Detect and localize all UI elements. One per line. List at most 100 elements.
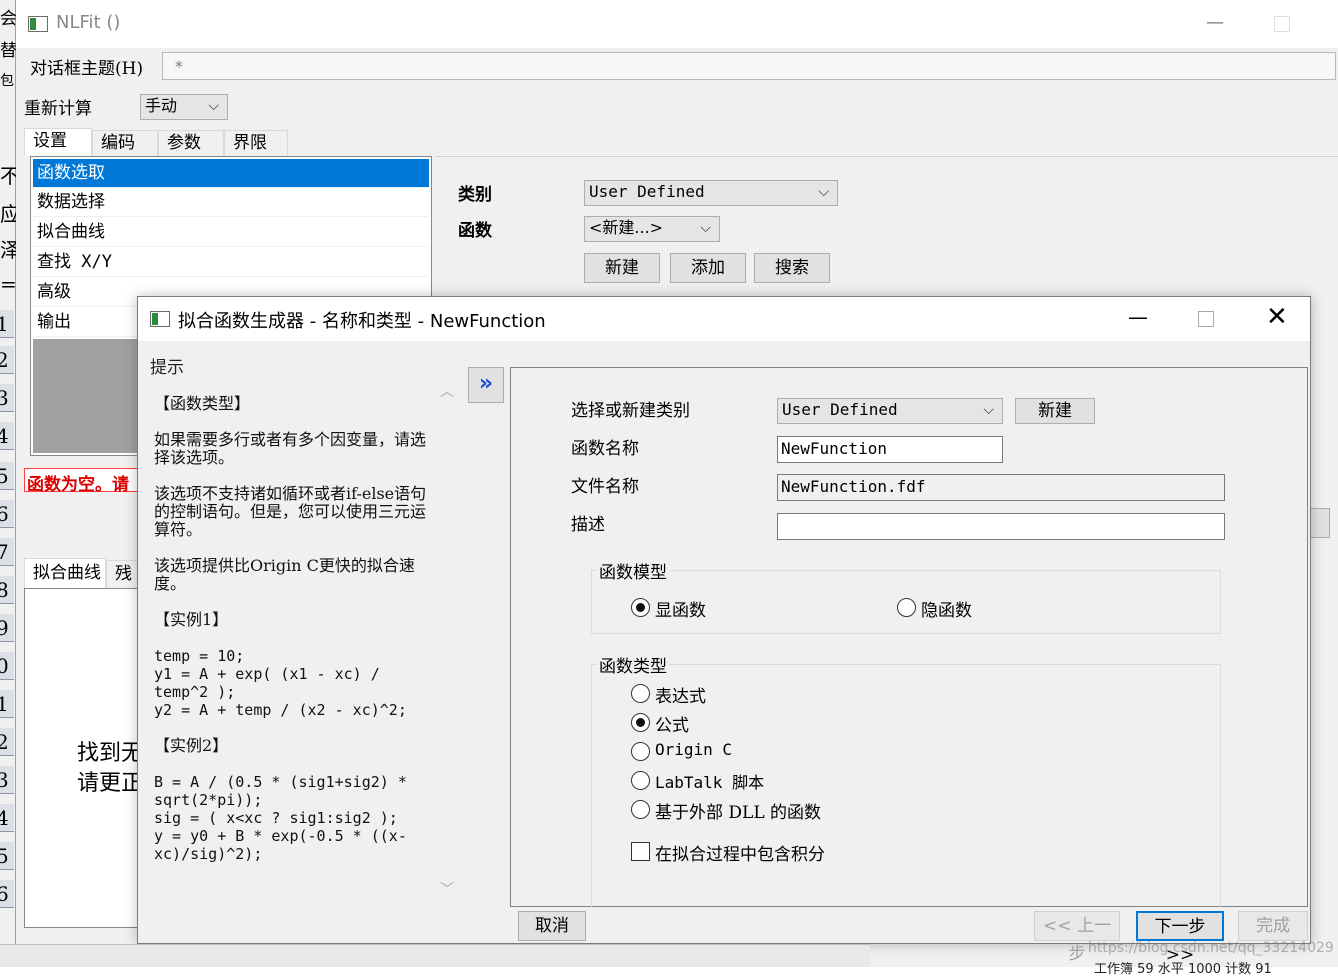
tab-fit-curve[interactable]: 拟合曲线 — [24, 558, 106, 588]
category-dropdown[interactable]: User Defined ⌵ — [584, 180, 838, 206]
expression-radio[interactable] — [631, 684, 650, 703]
search-function-button[interactable]: 搜索 — [754, 253, 830, 283]
row-number[interactable]: 6 — [0, 880, 14, 908]
row-number[interactable]: 2 — [0, 346, 14, 374]
strip-char: 包 — [0, 73, 14, 89]
row-number[interactable]: 5 — [0, 842, 14, 870]
scroll-down-icon[interactable]: ﹀ — [440, 879, 454, 899]
background-app-strip: 会 替 包 不 应 泽 = 1 2 3 4 5 6 7 8 9 0 1 2 3 … — [0, 0, 20, 967]
hint-paragraph-1: 如果需要多行或者有多个因变量，请选择该选项。 — [154, 430, 427, 467]
recalc-label: 重新计算 — [24, 99, 92, 119]
include-integral-label: 在拟合过程中包含积分 — [655, 845, 825, 865]
hint-caption: 提示 — [150, 358, 184, 378]
nav-item-find-xy[interactable]: 查找 X/Y — [33, 248, 429, 277]
hint-scrollbar[interactable]: ︿ ﹀ — [438, 379, 458, 905]
row-number[interactable]: 5 — [0, 462, 14, 490]
hint-heading-2: 【实例1】 — [154, 610, 229, 629]
category-label: 选择或新建类别 — [571, 401, 690, 421]
row-number[interactable]: 1 — [0, 690, 14, 718]
function-type-title: 函数类型 — [597, 652, 669, 677]
add-function-button[interactable]: 添加 — [670, 253, 746, 283]
maximize-icon[interactable] — [1274, 16, 1290, 32]
expression-label: 表达式 — [655, 687, 706, 707]
chevron-down-icon: ⌵ — [208, 98, 219, 114]
tab-bounds[interactable]: 界限 — [224, 130, 288, 156]
maximize-icon[interactable] — [1198, 311, 1214, 327]
category-dropdown[interactable]: User Defined ⌵ — [777, 398, 1003, 424]
hint-code-2: B = A / (0.5 * (sig1+sig2) * sqrt(2*pi))… — [154, 773, 407, 863]
preview-message-1: 找到无 — [77, 741, 144, 766]
theme-value: * — [175, 57, 183, 76]
origin-c-radio[interactable] — [631, 742, 650, 761]
chevron-down-icon: ⌵ — [818, 184, 829, 200]
description-label: 描述 — [571, 515, 605, 535]
include-integral-checkbox[interactable] — [631, 842, 650, 861]
tab-settings[interactable]: 设置 — [24, 128, 92, 156]
new-function-button[interactable]: 新建 — [584, 253, 660, 283]
row-number[interactable]: 6 — [0, 500, 14, 528]
error-text: 函数为空。请 — [27, 475, 129, 495]
app-icon — [150, 311, 170, 327]
minimize-icon[interactable]: — — [1206, 12, 1224, 33]
scroll-up-icon[interactable]: ︿ — [440, 381, 454, 401]
strip-char: 替 — [0, 41, 17, 61]
labtalk-radio[interactable] — [631, 771, 650, 790]
row-number[interactable]: 4 — [0, 804, 14, 832]
tab-params[interactable]: 参数 — [158, 130, 224, 156]
minimize-icon[interactable]: — — [1128, 305, 1148, 329]
row-number[interactable]: 0 — [0, 652, 14, 680]
function-name-input[interactable]: NewFunction — [777, 436, 1003, 463]
function-panel — [436, 156, 1338, 296]
explicit-radio[interactable] — [631, 598, 650, 617]
row-number[interactable]: 1 — [0, 310, 14, 338]
nav-item-fit-curve[interactable]: 拟合曲线 — [33, 218, 429, 247]
function-label: 函数 — [458, 221, 492, 241]
row-number[interactable]: 4 — [0, 422, 14, 450]
bottom-toolbar — [0, 944, 870, 967]
prev-button[interactable]: << 上一步 — [1034, 911, 1120, 964]
nav-item-data-select[interactable]: 数据选择 — [33, 188, 429, 217]
chevron-down-icon: ⌵ — [700, 220, 711, 236]
row-number[interactable]: 2 — [0, 728, 14, 756]
hint-pane: 【函数类型】 如果需要多行或者有多个因变量，请选择该选项。 该选项不支持诸如循环… — [142, 379, 460, 905]
dialog-title: 拟合函数生成器 - 名称和类型 - NewFunction — [178, 311, 546, 332]
row-number[interactable]: 3 — [0, 384, 14, 412]
fit-function-builder-dialog: 拟合函数生成器 - 名称和类型 - NewFunction — ✕ 提示 【函数… — [137, 296, 1311, 965]
description-input[interactable] — [777, 513, 1225, 540]
row-number[interactable]: 8 — [0, 576, 14, 604]
hint-heading-1: 【函数类型】 — [154, 394, 251, 413]
function-name-label: 函数名称 — [571, 439, 639, 459]
dll-radio[interactable] — [631, 800, 650, 819]
close-icon[interactable]: ✕ — [1266, 303, 1288, 331]
strip-char: = — [0, 272, 17, 296]
formula-radio[interactable] — [631, 713, 650, 732]
preview-area: 找到无 请更正 — [24, 588, 148, 928]
finish-button[interactable]: 完成 — [1238, 911, 1308, 941]
labtalk-label: LabTalk 脚本 — [655, 773, 765, 792]
new-category-button[interactable]: 新建 — [1015, 398, 1095, 424]
row-number[interactable]: 9 — [0, 614, 14, 642]
category-label: 类别 — [458, 185, 492, 205]
theme-field[interactable]: * — [162, 52, 1336, 80]
hint-heading-3: 【实例2】 — [154, 736, 229, 755]
function-dropdown[interactable]: <新建...> ⌵ — [584, 216, 720, 242]
origin-c-label: Origin C — [655, 740, 733, 759]
recalc-dropdown[interactable]: 手动 ⌵ — [140, 94, 228, 120]
row-number[interactable]: 3 — [0, 766, 14, 794]
file-name-field: NewFunction.fdf — [777, 474, 1225, 501]
dialog-titlebar[interactable]: 拟合函数生成器 - 名称和类型 - NewFunction — ✕ — [138, 297, 1310, 341]
hint-paragraph-3: 该选项提供比Origin C更快的拟合速度。 — [154, 556, 415, 593]
chevron-down-icon: ⌵ — [983, 402, 994, 418]
implicit-radio[interactable] — [897, 598, 916, 617]
theme-label: 对话框主题(H) — [30, 59, 144, 79]
explicit-label: 显函数 — [655, 601, 706, 621]
expand-icon[interactable]: » — [468, 367, 504, 403]
row-number[interactable]: 7 — [0, 538, 14, 566]
nlfit-titlebar[interactable]: NLFit () — — [16, 0, 1338, 48]
error-box: 函数为空。请 — [24, 468, 154, 495]
cancel-button[interactable]: 取消 — [518, 911, 586, 941]
nav-item-function-select[interactable]: 函数选取 — [33, 159, 429, 188]
tab-code[interactable]: 编码 — [92, 130, 158, 156]
recalc-value: 手动 — [145, 96, 178, 115]
next-button[interactable]: 下一步 >> — [1136, 911, 1224, 965]
